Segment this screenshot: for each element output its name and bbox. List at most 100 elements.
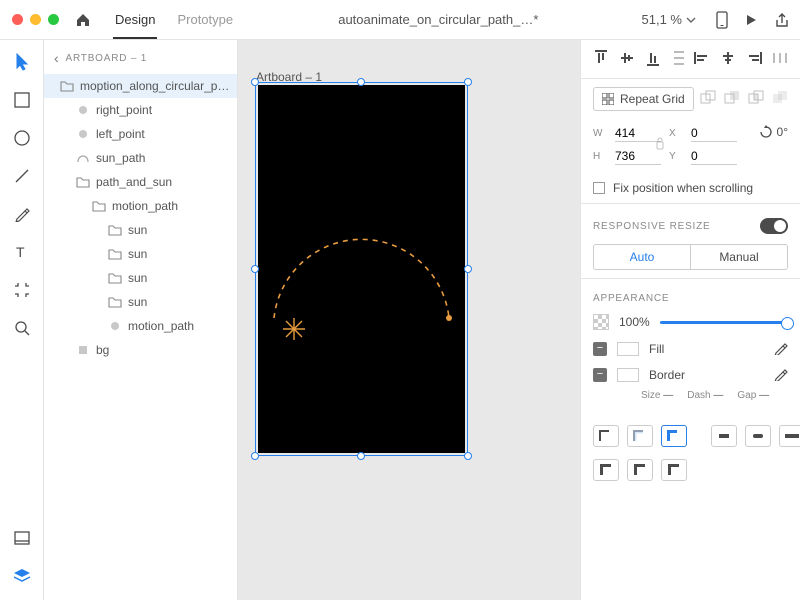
document-title: autoanimate_on_circular_path_…* [243,12,633,27]
lock-aspect-icon[interactable] [655,137,665,151]
back-chevron-icon[interactable]: ‹ [54,50,59,66]
layer-row[interactable]: motion_path [44,194,237,218]
close-window[interactable] [12,14,23,25]
device-preview-icon[interactable] [716,11,728,29]
align-top-icon[interactable] [593,50,609,66]
opacity-swatch[interactable] [593,314,609,330]
line-tool[interactable] [12,166,32,186]
align-vcenter-icon[interactable] [619,50,635,66]
align-left-icon[interactable] [694,50,710,66]
resize-handle[interactable] [464,265,472,273]
remove-fill-button[interactable]: − [593,342,607,356]
ellipse-tool[interactable] [12,128,32,148]
resize-handle[interactable] [357,452,365,460]
resize-handle[interactable] [251,78,259,86]
rotation-control[interactable]: 0° [759,125,788,139]
width-label: W [593,128,607,139]
resize-handle[interactable] [357,78,365,86]
layers-breadcrumb[interactable]: ARTBOARD – 1 [65,53,147,64]
zoom-tool[interactable] [12,318,32,338]
layer-label: path_and_sun [96,175,172,189]
rectangle-tool[interactable] [12,90,32,110]
fill-swatch[interactable] [617,342,639,356]
layer-row[interactable]: path_and_sun [44,170,237,194]
layer-row[interactable]: right_point [44,98,237,122]
fix-position-checkbox[interactable] [593,182,605,194]
play-preview-icon[interactable] [744,13,758,27]
home-icon[interactable] [73,10,93,30]
maximize-window[interactable] [48,14,59,25]
bool-subtract-icon[interactable] [724,90,740,109]
window-controls[interactable] [12,14,59,25]
join-miter-icon[interactable] [593,459,619,481]
select-tool[interactable] [12,52,32,72]
stroke-center-icon[interactable] [627,425,653,447]
border-swatch[interactable] [617,368,639,382]
distribute-h-icon[interactable] [772,50,788,66]
align-bottom-icon[interactable] [645,50,661,66]
svg-text:T: T [16,245,25,259]
y-input[interactable] [691,148,737,165]
stroke-inner-icon[interactable] [593,425,619,447]
minimize-window[interactable] [30,14,41,25]
inspector-panel[interactable]: Repeat Grid W X H Y 0° [580,40,800,600]
layer-row[interactable]: sun [44,266,237,290]
align-right-icon[interactable] [746,50,762,66]
resize-auto[interactable]: Auto [594,245,690,269]
eyedropper-icon[interactable] [774,341,788,358]
resize-handle[interactable] [464,78,472,86]
align-hcenter-icon[interactable] [720,50,736,66]
cap-round-icon[interactable] [745,425,771,447]
share-icon[interactable] [774,12,790,28]
x-label: X [669,128,683,139]
opacity-value[interactable]: 100% [619,315,650,329]
layer-row[interactable]: sun [44,218,237,242]
border-label: Border [649,368,685,382]
join-bevel-icon[interactable] [661,459,687,481]
layer-row[interactable]: sun [44,242,237,266]
layer-label: sun [128,271,147,285]
resize-handle[interactable] [464,452,472,460]
layers-panel-icon[interactable] [12,566,32,586]
layer-label: sun [128,223,147,237]
layers-panel[interactable]: ‹ ARTBOARD – 1 moption_along_circular_pa… [44,40,238,600]
layer-row[interactable]: motion_path [44,314,237,338]
layer-row[interactable]: moption_along_circular_pa… [44,74,237,98]
zoom-value: 51,1 % [642,12,682,27]
selection-outline [255,82,468,456]
bool-intersect-icon[interactable] [748,90,764,109]
eyedropper-icon[interactable] [774,367,788,384]
text-tool[interactable]: T [12,242,32,262]
remove-border-button[interactable]: − [593,368,607,382]
layer-row[interactable]: bg [44,338,237,362]
layer-row[interactable]: sun_path [44,146,237,170]
stroke-size-label: Size [641,390,660,401]
cap-square-icon[interactable] [779,425,800,447]
resize-handle[interactable] [251,265,259,273]
resize-handle[interactable] [251,452,259,460]
layer-label: motion_path [112,199,178,213]
tab-design[interactable]: Design [113,0,157,39]
join-round-icon[interactable] [627,459,653,481]
y-label: Y [669,151,683,162]
bool-add-icon[interactable] [700,90,716,109]
assets-panel-icon[interactable] [12,528,32,548]
repeat-grid-button[interactable]: Repeat Grid [593,87,694,111]
artboard-tool[interactable] [12,280,32,300]
resize-mode-segment[interactable]: Auto Manual [593,244,788,270]
canvas[interactable]: Artboard – 1 [238,40,580,600]
resize-manual[interactable]: Manual [690,245,787,269]
cap-butt-icon[interactable] [711,425,737,447]
stroke-dash-label: Dash [687,390,710,401]
zoom-control[interactable]: 51,1 % [642,12,696,27]
responsive-toggle[interactable] [760,218,788,234]
tab-prototype[interactable]: Prototype [175,0,235,39]
layer-row[interactable]: left_point [44,122,237,146]
bool-exclude-icon[interactable] [772,90,788,109]
layer-row[interactable]: sun [44,290,237,314]
pen-tool[interactable] [12,204,32,224]
stroke-outer-icon[interactable] [661,425,687,447]
opacity-slider[interactable] [660,321,788,324]
distribute-v-icon[interactable] [671,50,687,66]
x-input[interactable] [691,125,737,142]
